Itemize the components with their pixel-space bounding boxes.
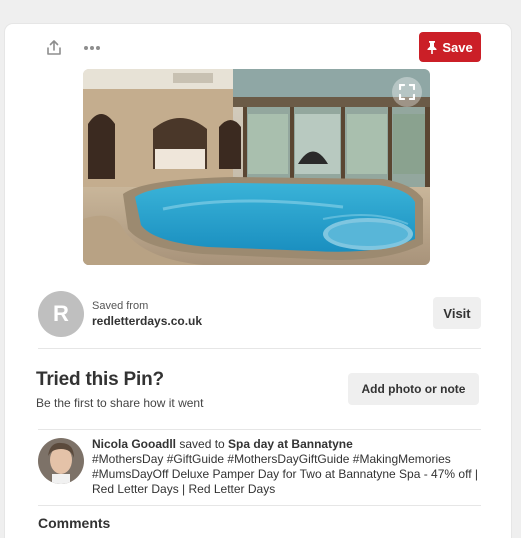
pin-description: #MothersDay #GiftGuide #MothersDayGiftGu…: [92, 452, 478, 496]
pin-icon: [427, 40, 437, 54]
source-avatar-letter: R: [53, 301, 69, 326]
user-avatar[interactable]: [38, 438, 84, 484]
saved-to-text: saved to: [176, 437, 229, 451]
save-button-label: Save: [442, 39, 473, 55]
saved-from-label: Saved from: [92, 300, 149, 312]
expand-icon: [399, 84, 415, 100]
add-photo-label: Add photo or note: [361, 382, 466, 396]
tried-pin-title: Tried this Pin?: [36, 369, 164, 390]
share-icon: [47, 40, 61, 55]
divider: [38, 505, 481, 506]
pool-photo: [83, 69, 430, 265]
more-options-button[interactable]: [78, 34, 106, 62]
add-photo-or-note-button[interactable]: Add photo or note: [348, 373, 479, 405]
divider: [38, 429, 481, 430]
source-avatar[interactable]: R: [38, 291, 84, 337]
user-name-link[interactable]: Nicola Gooadll: [92, 437, 176, 451]
comments-heading: Comments: [38, 515, 111, 531]
visit-button-label: Visit: [443, 305, 471, 321]
visit-button[interactable]: Visit: [433, 297, 481, 329]
share-button[interactable]: [40, 34, 68, 62]
divider: [38, 348, 481, 349]
pin-image[interactable]: [83, 69, 430, 265]
save-button[interactable]: Save: [419, 32, 481, 62]
more-horizontal-icon: [84, 46, 100, 50]
board-name-link[interactable]: Spa day at Bannatyne: [228, 437, 353, 451]
expand-button[interactable]: [392, 77, 422, 107]
pin-activity-text: Nicola Gooadll saved to Spa day at Banna…: [92, 437, 484, 497]
pin-closeup-card: Save R Saved from redletterdays.co.uk Vi…: [5, 24, 511, 538]
source-domain-link[interactable]: redletterdays.co.uk: [92, 314, 202, 328]
tried-pin-subtitle: Be the first to share how it went: [36, 396, 204, 410]
user-photo: [38, 438, 84, 484]
